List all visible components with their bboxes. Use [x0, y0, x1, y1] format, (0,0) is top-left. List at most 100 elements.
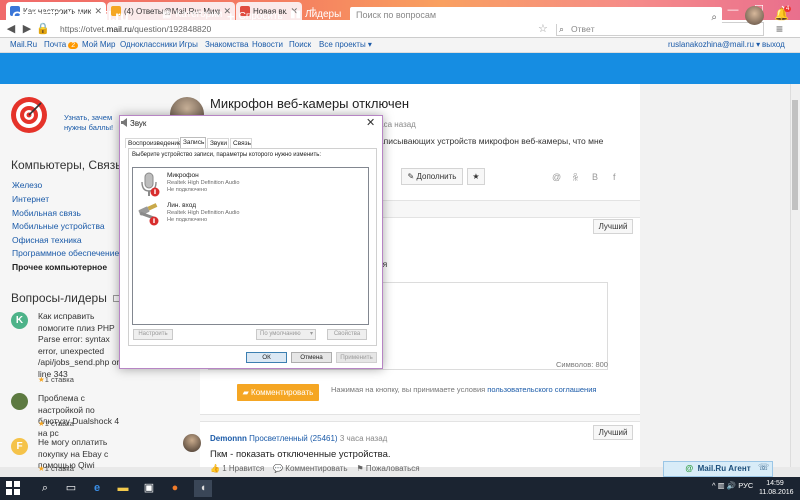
taskbar-clock[interactable]: 14:59 11.08.2016: [759, 479, 794, 497]
set-default-dropdown[interactable]: По умолчанию ▾: [256, 329, 316, 340]
answer-author-avatar[interactable]: [183, 434, 201, 452]
task-view-icon[interactable]: ▭: [62, 480, 80, 497]
rate-count: ★1 ставка: [38, 464, 74, 473]
scrollbar-thumb[interactable]: [792, 100, 798, 210]
dialog-instruction: Выберите устройство записи, параметры ко…: [132, 152, 322, 158]
device-driver: Realtek High Definition Audio: [167, 210, 240, 216]
microphone-icon: [141, 172, 160, 197]
avatar: K: [11, 312, 28, 329]
url-field[interactable]: https://otvet.mail.ru/question/192848820: [60, 22, 530, 36]
tab-playback[interactable]: Воспроизведение: [125, 138, 182, 148]
author-rank-link[interactable]: Просветленный (25461): [249, 434, 337, 443]
language-indicator[interactable]: РУС: [738, 481, 753, 490]
avatar: F: [11, 438, 28, 455]
user-avatar[interactable]: [745, 6, 764, 25]
leader-question-link[interactable]: Проблема с настройкой по блютузу Dualsho…: [38, 393, 128, 439]
leaders-section-title: Вопросы-лидеры: [11, 291, 121, 305]
apply-button[interactable]: Применить: [336, 352, 377, 363]
device-status: Не подключено: [167, 217, 208, 223]
ask-button[interactable]: + Спросить: [227, 9, 283, 24]
comment-button[interactable]: ▰ Комментировать: [237, 384, 319, 401]
leaders-button[interactable]: ▮▮ Лидеры: [290, 9, 341, 20]
portal-link-dating[interactable]: Знакомства: [205, 40, 249, 49]
device-name[interactable]: Микрофон: [167, 172, 199, 179]
answer-time: 3 часа назад: [339, 434, 388, 443]
question-search-input[interactable]: Поиск по вопросам ⌕: [350, 7, 722, 24]
categories-button[interactable]: ▦ Категории: [162, 9, 222, 20]
search-icon[interactable]: ⌕: [711, 9, 717, 26]
share-mailru-icon[interactable]: @: [552, 172, 561, 182]
comment-answer-button[interactable]: 💬 Комментировать: [273, 464, 347, 473]
browser-search-input[interactable]: ⌕ Отвeт: [556, 22, 764, 36]
portal-link-all-projects[interactable]: Все проекты ▾: [319, 40, 372, 49]
dialog-title: Звук: [130, 119, 147, 128]
complain-button[interactable]: ⚑ Пожаловаться: [356, 464, 419, 473]
properties-button[interactable]: Свойства: [327, 329, 367, 340]
answer-author: Demonnn Просветленный (25461) 3 часа наз…: [210, 434, 387, 443]
sound-app-icon[interactable]: ◖: [194, 480, 212, 497]
tray-arrow-icon[interactable]: ^: [712, 481, 716, 490]
best-answer-button[interactable]: Лучший: [593, 219, 633, 234]
category-link[interactable]: Офисная техника: [12, 235, 82, 245]
explorer-icon[interactable]: ▬: [114, 480, 132, 497]
author-name-link[interactable]: Demonnn: [210, 434, 247, 443]
tab-sounds[interactable]: Звуки: [207, 138, 229, 148]
flag-icon: ⚑: [356, 464, 364, 473]
answer-actions: 👍 1 Нравится 💬 Комментировать ⚑ Пожалова…: [210, 464, 420, 473]
favorite-star-button[interactable]: ★: [467, 168, 485, 185]
portal-link-games[interactable]: Игры: [179, 40, 198, 49]
question-title: Микрофон веб-камеры отключен: [210, 96, 410, 111]
user-email-link[interactable]: ruslanakozhina@mail.ru ▾: [668, 40, 760, 49]
like-button[interactable]: 👍 1 Нравится: [210, 464, 264, 473]
mail-agent-bar[interactable]: @ Mail.Ru Агент: [663, 461, 773, 477]
edge-icon[interactable]: e: [88, 480, 106, 497]
phone-icon[interactable]: ☏: [758, 462, 772, 476]
category-link[interactable]: Железо: [12, 180, 42, 190]
points-hint-link[interactable]: Узнать, зачем нужны баллы!: [64, 113, 124, 133]
share-fb-icon[interactable]: f: [613, 172, 616, 182]
cancel-button[interactable]: Отмена: [291, 352, 332, 363]
ok-button[interactable]: ОК: [246, 352, 287, 363]
comment-icon: 💬: [273, 464, 284, 473]
configure-button[interactable]: Настроить: [133, 329, 173, 340]
minimize-button[interactable]: —: [720, 0, 746, 20]
device-status: Не подключено: [167, 187, 208, 193]
search-icon: ⌕: [559, 24, 565, 34]
category-link[interactable]: Интернет: [12, 194, 49, 204]
bar-chart-icon: ▮▮: [290, 9, 302, 20]
back-icon[interactable]: ◀: [4, 22, 18, 36]
logout-link[interactable]: выход: [762, 40, 785, 49]
portal-link-mail[interactable]: Почта 2: [44, 40, 79, 49]
category-link[interactable]: Мобильные устройства: [12, 221, 105, 231]
dialog-close-icon[interactable]: ✕: [366, 116, 375, 129]
device-name[interactable]: Лин. вход: [167, 202, 196, 209]
store-icon[interactable]: ▣: [140, 480, 158, 497]
forward-icon[interactable]: ▶: [20, 22, 34, 36]
start-button[interactable]: [4, 480, 22, 497]
star-icon: ★: [38, 419, 45, 428]
leader-question-link[interactable]: Как исправить помогите плиз PHP Parse er…: [38, 311, 128, 380]
agent-icon: @: [685, 464, 694, 473]
volume-icon[interactable]: 🔊: [727, 481, 736, 490]
share-ok-icon[interactable]: ꆜ: [572, 172, 579, 184]
portal-link-search[interactable]: Поиск: [289, 40, 311, 49]
portal-link-news[interactable]: Новости: [252, 40, 283, 49]
answers-divider: [200, 414, 640, 422]
firefox-icon[interactable]: ●: [166, 480, 184, 497]
category-link-current[interactable]: Прочее компьютерное: [12, 262, 107, 272]
category-link[interactable]: Мобильная связь: [12, 208, 81, 218]
best-answer-button[interactable]: Лучший: [593, 425, 633, 440]
portal-link-ok[interactable]: Одноклассники: [120, 40, 177, 49]
menu-icon[interactable]: ≡: [776, 22, 783, 36]
portal-link-mailru[interactable]: Mail.Ru: [10, 40, 37, 49]
network-icon[interactable]: ▥: [718, 481, 725, 490]
search-taskbar-icon[interactable]: ⌕: [36, 480, 54, 497]
portal-link-mymir[interactable]: Мой Мир: [82, 40, 115, 49]
thumb-icon: 👍: [210, 464, 220, 473]
share-vk-icon[interactable]: B: [592, 172, 598, 182]
category-link[interactable]: Программное обеспечение: [12, 248, 119, 258]
site-logo[interactable]: ОТВЕТЫ@mail.ru: [12, 8, 129, 24]
tab-communications[interactable]: Связь: [230, 138, 252, 148]
supplement-button[interactable]: ✎ Дополнить: [401, 168, 463, 185]
agreement-link[interactable]: пользовательского соглашения: [487, 385, 596, 394]
